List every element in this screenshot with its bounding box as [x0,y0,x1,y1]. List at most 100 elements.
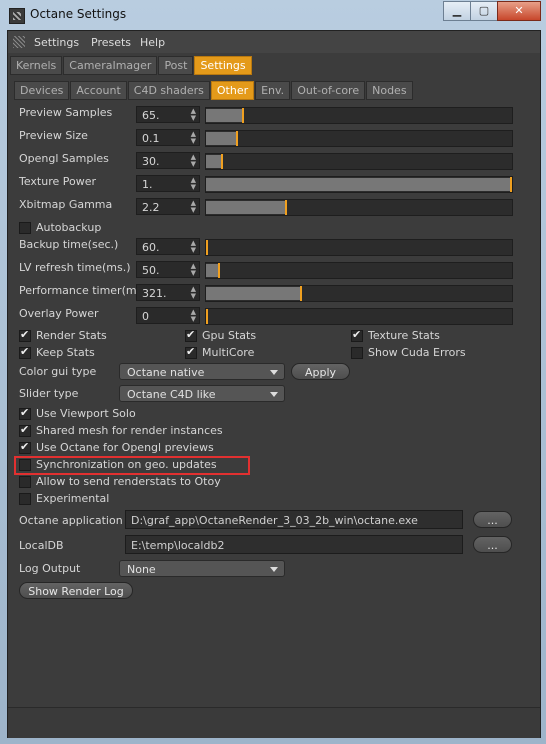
param-label: Preview Samples [19,106,113,119]
backup-time-slider[interactable] [205,239,513,256]
overlay-power-field[interactable]: 0 ▲ ▼ [136,307,200,324]
checkbox-box[interactable] [19,423,31,437]
texture-power-field[interactable]: 1. ▲ ▼ [136,175,200,192]
param-label: Opengl Samples [19,152,109,165]
octane-application-label: Octane application [19,514,123,527]
tab-settings[interactable]: Settings [194,56,252,75]
use-octane-opengl-checkbox[interactable]: Use Octane for Opengl previews [19,440,214,454]
log-output-dropdown[interactable]: None [119,560,285,577]
slider-handle[interactable] [206,240,208,255]
lv-refresh-field[interactable]: 50. ▲ ▼ [136,261,200,278]
preview-samples-field[interactable]: 65. ▲ ▼ [136,106,200,123]
checkbox-box[interactable] [185,345,197,359]
tab-devices[interactable]: Devices [14,81,70,100]
tab-env[interactable]: Env. [255,81,291,100]
highlight-box [14,456,250,475]
show-cuda-errors-checkbox[interactable]: Show Cuda Errors [351,346,466,359]
param-label: Overlay Power [19,307,99,320]
overlay-power-slider[interactable] [205,308,513,325]
spinner-icon[interactable]: ▲ ▼ [191,200,196,214]
menu-presets[interactable]: Presets [91,36,131,49]
menu-help[interactable]: Help [140,36,165,49]
checkbox-box[interactable] [19,440,31,454]
tab-c4d-shaders[interactable]: C4D shaders [127,81,210,100]
spinner-icon[interactable]: ▲ ▼ [191,108,196,122]
checkbox-box[interactable] [185,328,197,342]
shared-mesh-checkbox[interactable]: Shared mesh for render instances [19,423,223,437]
texture-stats-checkbox[interactable]: Texture Stats [351,328,440,342]
slider-handle[interactable] [218,263,220,278]
xbitmap-gamma-slider[interactable] [205,199,513,216]
texture-power-slider[interactable] [205,176,513,193]
grip-icon[interactable] [13,36,25,48]
spinner-icon[interactable]: ▲ ▼ [191,154,196,168]
octane-settings-window: Octane Settings ▁ ▢ ✕ Settings Presets H… [0,0,546,744]
browse-localdb-button[interactable]: ... [473,536,512,553]
checkbox-box[interactable] [19,492,31,505]
spinner-icon[interactable]: ▲ ▼ [191,131,196,145]
tab-nodes[interactable]: Nodes [366,81,413,100]
performance-timer-field[interactable]: 321. ▲ ▼ [136,284,200,301]
localdb-label: LocalDB [19,539,64,552]
tab-other[interactable]: Other [210,81,255,100]
close-button[interactable]: ✕ [497,1,541,21]
localdb-field[interactable]: E:\temp\localdb2 [125,535,463,554]
checkbox-label: Use Viewport Solo [36,407,136,420]
checkbox-box[interactable] [19,221,31,234]
checkbox-label: Allow to send renderstats to Otoy [36,475,221,488]
preview-size-slider[interactable] [205,130,513,147]
slider-handle[interactable] [206,309,208,324]
lv-refresh-slider[interactable] [205,262,513,279]
experimental-checkbox[interactable]: Experimental [19,492,109,505]
slider-handle[interactable] [236,131,238,146]
slider-handle[interactable] [242,108,244,123]
checkbox-box[interactable] [351,328,363,342]
allow-renderstats-checkbox[interactable]: Allow to send renderstats to Otoy [19,475,221,488]
tab-account[interactable]: Account [70,81,127,100]
tab-post[interactable]: Post [158,56,194,75]
menu-settings[interactable]: Settings [34,36,79,49]
octane-application-field[interactable]: D:\graf_app\OctaneRender_3_03_2b_win\oct… [125,510,463,529]
checkbox-box[interactable] [19,406,31,420]
tab-out-of-core[interactable]: Out-of-core [291,81,366,100]
keep-stats-checkbox[interactable]: Keep Stats [19,345,95,359]
checkbox-label: Use Octane for Opengl previews [36,441,214,454]
color-gui-type-label: Color gui type [19,365,97,378]
spinner-icon[interactable]: ▲ ▼ [191,240,196,254]
preview-samples-slider[interactable] [205,107,513,124]
color-gui-type-dropdown[interactable]: Octane native [119,363,285,380]
opengl-samples-field[interactable]: 30. ▲ ▼ [136,152,200,169]
use-viewport-solo-checkbox[interactable]: Use Viewport Solo [19,406,136,420]
render-stats-checkbox[interactable]: Render Stats [19,328,107,342]
maximize-button[interactable]: ▢ [470,1,498,21]
minimize-button[interactable]: ▁ [443,1,471,21]
browse-octane-button[interactable]: ... [473,511,512,528]
preview-size-field[interactable]: 0.1 ▲ ▼ [136,129,200,146]
spinner-icon[interactable]: ▲ ▼ [191,263,196,277]
xbitmap-gamma-field[interactable]: 2.2 ▲ ▼ [136,198,200,215]
slider-handle[interactable] [510,177,512,192]
opengl-samples-slider[interactable] [205,153,513,170]
checkbox-box[interactable] [19,345,31,359]
slider-handle[interactable] [285,200,287,215]
checkbox-box[interactable] [19,475,31,488]
autobackup-checkbox[interactable]: Autobackup [19,221,101,234]
slider-handle[interactable] [300,286,302,301]
multicore-checkbox[interactable]: MultiCore [185,345,254,359]
backup-time-field[interactable]: 60. ▲ ▼ [136,238,200,255]
param-label: Xbitmap Gamma [19,198,113,211]
app-icon [9,8,25,24]
spinner-icon[interactable]: ▲ ▼ [191,177,196,191]
tab-cameraimager[interactable]: CameraImager [63,56,158,75]
slider-type-dropdown[interactable]: Octane C4D like [119,385,285,402]
slider-handle[interactable] [221,154,223,169]
performance-timer-slider[interactable] [205,285,513,302]
gpu-stats-checkbox[interactable]: Gpu Stats [185,328,256,342]
checkbox-box[interactable] [19,328,31,342]
show-render-log-button[interactable]: Show Render Log [19,582,133,599]
checkbox-box[interactable] [351,346,363,359]
spinner-icon[interactable]: ▲ ▼ [191,309,196,323]
apply-button[interactable]: Apply [291,363,350,380]
spinner-icon[interactable]: ▲ ▼ [191,286,196,300]
tab-kernels[interactable]: Kernels [10,56,63,75]
